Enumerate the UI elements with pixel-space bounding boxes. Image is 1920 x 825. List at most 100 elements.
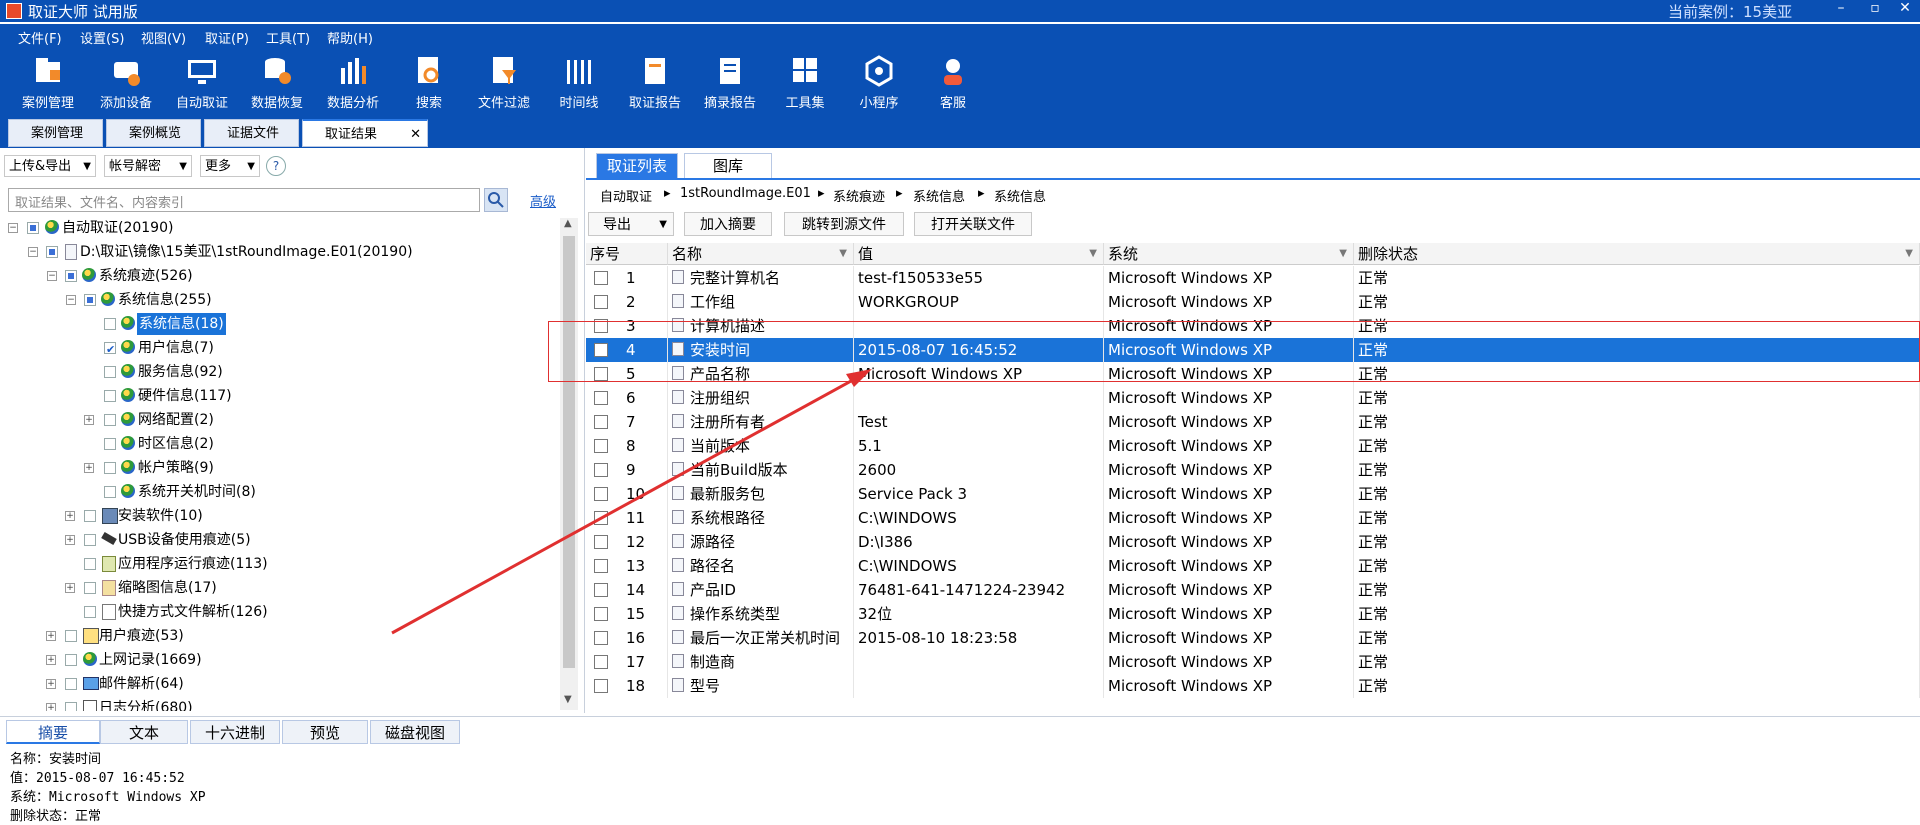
- expand-icon[interactable]: +: [65, 583, 75, 593]
- tree-checkbox[interactable]: [104, 366, 116, 378]
- table-row[interactable]: 8 当前版本 5.1 Microsoft Windows XP 正常: [586, 434, 1920, 458]
- tree-checkbox[interactable]: [104, 486, 116, 498]
- search-button[interactable]: 搜索: [394, 54, 464, 111]
- tree-node-selected[interactable]: 系统信息(18): [0, 313, 560, 335]
- tab-preview[interactable]: 预览: [282, 720, 368, 744]
- tab-evidence-files[interactable]: 证据文件: [204, 119, 299, 147]
- customer-service-button[interactable]: 客服: [918, 54, 988, 111]
- tree-node[interactable]: + 日志分析(680): [0, 697, 560, 711]
- table-row[interactable]: 15 操作系统类型 32位 Microsoft Windows XP 正常: [586, 602, 1920, 626]
- more-dropdown[interactable]: 更多 ▼: [200, 155, 260, 177]
- menu-view[interactable]: 视图(V): [141, 28, 186, 47]
- tree-node[interactable]: ✔ 用户信息(7): [0, 337, 560, 359]
- row-checkbox[interactable]: [594, 391, 608, 405]
- tree-search-input[interactable]: 取证结果、文件名、内容索引: [8, 188, 480, 212]
- tree-node[interactable]: + 帐户策略(9): [0, 457, 560, 479]
- collapse-icon[interactable]: −: [28, 247, 38, 257]
- breadcrumb-item[interactable]: 系统痕迹: [833, 186, 885, 205]
- tree-node[interactable]: 硬件信息(117): [0, 385, 560, 407]
- tab-gallery[interactable]: 图库: [684, 153, 772, 178]
- scrollbar-thumb[interactable]: [563, 236, 575, 668]
- row-checkbox[interactable]: [594, 487, 608, 501]
- tree-checkbox[interactable]: [65, 630, 77, 642]
- tab-hex[interactable]: 十六进制: [190, 720, 280, 744]
- tree-checkbox[interactable]: [65, 654, 77, 666]
- expand-icon[interactable]: +: [46, 655, 56, 665]
- tree-checkbox[interactable]: [65, 702, 77, 711]
- tree-checkbox[interactable]: [104, 462, 116, 474]
- tree-node[interactable]: 服务信息(92): [0, 361, 560, 383]
- tree-checkbox[interactable]: [84, 510, 96, 522]
- table-row[interactable]: 6 注册组织 Microsoft Windows XP 正常: [586, 386, 1920, 410]
- row-checkbox[interactable]: [594, 535, 608, 549]
- export-dropdown-button[interactable]: 导出 ▼: [588, 212, 674, 236]
- tree-checkbox[interactable]: [84, 534, 96, 546]
- menu-settings[interactable]: 设置(S): [80, 28, 124, 47]
- tree-checkbox[interactable]: [84, 558, 96, 570]
- tab-evidence-list[interactable]: 取证列表: [596, 153, 678, 178]
- auto-forensics-button[interactable]: 自动取证: [167, 54, 237, 111]
- tree-node[interactable]: + USB设备使用痕迹(5): [0, 529, 560, 551]
- filter-icon[interactable]: ▼: [1905, 243, 1913, 265]
- help-icon[interactable]: ?: [266, 156, 286, 176]
- collapse-icon[interactable]: −: [66, 295, 76, 305]
- table-row[interactable]: 16 最后一次正常关机时间 2015-08-10 18:23:58 Microsoft…: [586, 626, 1920, 650]
- tree-node[interactable]: + 网络配置(2): [0, 409, 560, 431]
- table-row[interactable]: 18 型号 Microsoft Windows XP 正常: [586, 674, 1920, 698]
- tab-text[interactable]: 文本: [100, 720, 188, 744]
- close-button[interactable]: ✕: [1890, 0, 1920, 16]
- collapse-icon[interactable]: −: [8, 223, 18, 233]
- case-manage-button[interactable]: 案例管理: [13, 54, 83, 111]
- table-row[interactable]: 1 完整计算机名 test-f150533e55 Microsoft Windows …: [586, 266, 1920, 290]
- expand-icon[interactable]: +: [65, 511, 75, 521]
- menu-file[interactable]: 文件(F): [18, 28, 62, 47]
- table-row[interactable]: 7 注册所有者 Test Microsoft Windows XP 正常: [586, 410, 1920, 434]
- row-checkbox[interactable]: [594, 631, 608, 645]
- open-related-file-button[interactable]: 打开关联文件: [914, 212, 1032, 236]
- tree-node[interactable]: − 系统信息(255): [0, 289, 560, 311]
- minimize-button[interactable]: –: [1826, 0, 1856, 16]
- row-checkbox[interactable]: [594, 607, 608, 621]
- tree-node[interactable]: + 上网记录(1669): [0, 649, 560, 671]
- add-to-summary-button[interactable]: 加入摘要: [684, 212, 772, 236]
- row-checkbox[interactable]: [594, 271, 608, 285]
- column-header-delete-status[interactable]: 删除状态 ▼: [1354, 243, 1920, 265]
- scroll-up-icon[interactable]: ▲: [564, 218, 572, 229]
- jump-to-source-button[interactable]: 跳转到源文件: [784, 212, 904, 236]
- expand-icon[interactable]: +: [65, 535, 75, 545]
- column-header-system[interactable]: 系统 ▼: [1104, 243, 1354, 265]
- tree-node[interactable]: − 系统痕迹(526): [0, 265, 560, 287]
- excerpt-report-button[interactable]: 摘录报告: [695, 54, 765, 111]
- filter-icon[interactable]: ▼: [839, 243, 847, 265]
- tab-case-overview[interactable]: 案例概览: [106, 119, 201, 147]
- tree-node[interactable]: + 邮件解析(64): [0, 673, 560, 695]
- row-checkbox[interactable]: [594, 295, 608, 309]
- tree-checkbox[interactable]: [104, 318, 116, 330]
- filter-icon[interactable]: ▼: [1089, 243, 1097, 265]
- table-row[interactable]: 11 系统根路径 C:\WINDOWS Microsoft Windows XP 正常: [586, 506, 1920, 530]
- upload-export-dropdown[interactable]: 上传&导出 ▼: [4, 155, 96, 177]
- tree-node[interactable]: + 用户痕迹(53): [0, 625, 560, 647]
- expand-icon[interactable]: +: [46, 631, 56, 641]
- column-header-index[interactable]: 序号: [586, 243, 668, 265]
- forensic-report-button[interactable]: 取证报告: [620, 54, 690, 111]
- account-decrypt-dropdown[interactable]: 帐号解密 ▼: [104, 155, 192, 177]
- tree-node[interactable]: − 自动取证(20190): [0, 217, 560, 239]
- tab-case-manage[interactable]: 案例管理: [8, 119, 103, 147]
- mini-program-button[interactable]: 小程序: [844, 54, 914, 111]
- tree-checkbox[interactable]: [65, 678, 77, 690]
- tab-disk-view[interactable]: 磁盘视图: [370, 720, 460, 744]
- expand-icon[interactable]: +: [84, 415, 94, 425]
- row-checkbox[interactable]: [594, 439, 608, 453]
- row-checkbox[interactable]: [594, 559, 608, 573]
- tree-scrollbar[interactable]: ▲ ▼: [560, 218, 578, 710]
- table-row[interactable]: 10 最新服务包 Service Pack 3 Microsoft Windows X…: [586, 482, 1920, 506]
- toolset-button[interactable]: 工具集: [770, 54, 840, 111]
- close-icon[interactable]: ✕: [410, 121, 421, 149]
- tree-node[interactable]: − D:\取证\镜像\15美亚\1stRoundImage.E01(20190): [0, 241, 560, 263]
- column-header-value[interactable]: 值 ▼: [854, 243, 1104, 265]
- tree-node[interactable]: + 缩略图信息(17): [0, 577, 560, 599]
- tree-node[interactable]: 系统开关机时间(8): [0, 481, 560, 503]
- tab-summary[interactable]: 摘要: [6, 720, 100, 744]
- column-header-name[interactable]: 名称 ▼: [668, 243, 854, 265]
